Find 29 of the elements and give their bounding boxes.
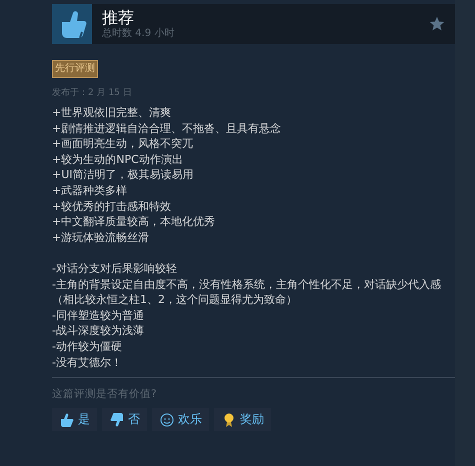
thumbs-up-icon — [52, 4, 92, 44]
review-text-line: -战斗深度较为浅薄 — [52, 324, 144, 338]
award-button[interactable]: 奖励 — [214, 408, 271, 432]
review-text-line: +武器种类多样 — [52, 184, 128, 197]
funny-button[interactable]: 欢乐 — [152, 408, 209, 432]
review-text-line: -对话分支对后果影响较轻 — [52, 262, 177, 275]
early-access-review-badge: 先行评测 — [52, 60, 98, 78]
thumbs-down-icon — [109, 412, 125, 428]
review-verdict: 推荐 — [102, 8, 135, 28]
posted-date: 发布于：2 月 15 日 — [52, 87, 133, 99]
thumbs-up-icon — [59, 412, 75, 428]
review-text-line: +较优秀的打击感和特效 — [52, 200, 172, 213]
review-text-line: +画面明亮生动，风格不突兀 — [52, 137, 194, 150]
helpful-question: 这篇评测是否有价值? — [52, 387, 158, 402]
playtime-text: 总时数 4.9 小时 — [102, 28, 176, 40]
review-text-line: +UI简洁明了，极其易读易用 — [52, 168, 194, 182]
review-text-line: -没有艾德尔！ — [52, 356, 122, 368]
smiley-icon — [159, 412, 175, 428]
review-text-line: +剧情推进逻辑自洽合理、不拖沓、且具有悬念 — [52, 122, 282, 135]
review-text-line: +世界观依旧完整、清爽 — [52, 106, 172, 119]
review-text-line: -同伴塑造较为普通 — [52, 308, 144, 322]
review-text-line: +中文翻译质量较高，本地化优秀 — [52, 215, 216, 228]
review-text-line: +较为生动的NPC动作演出 — [52, 152, 183, 166]
review-text-line: -动作较为僵硬 — [52, 340, 122, 353]
review-text-line: +游玩体验流畅丝滑 — [52, 230, 150, 244]
no-button[interactable]: 否 — [102, 408, 147, 432]
star-icon[interactable] — [429, 16, 445, 32]
review-text-line: -主角的背景设定自由度不高，没有性格系统，主角个性化不足，对话缺少代入感（相比较永恒之柱1、2，这个问题显得尤为致命） — [52, 278, 441, 306]
yes-button[interactable]: 是 — [52, 408, 97, 432]
